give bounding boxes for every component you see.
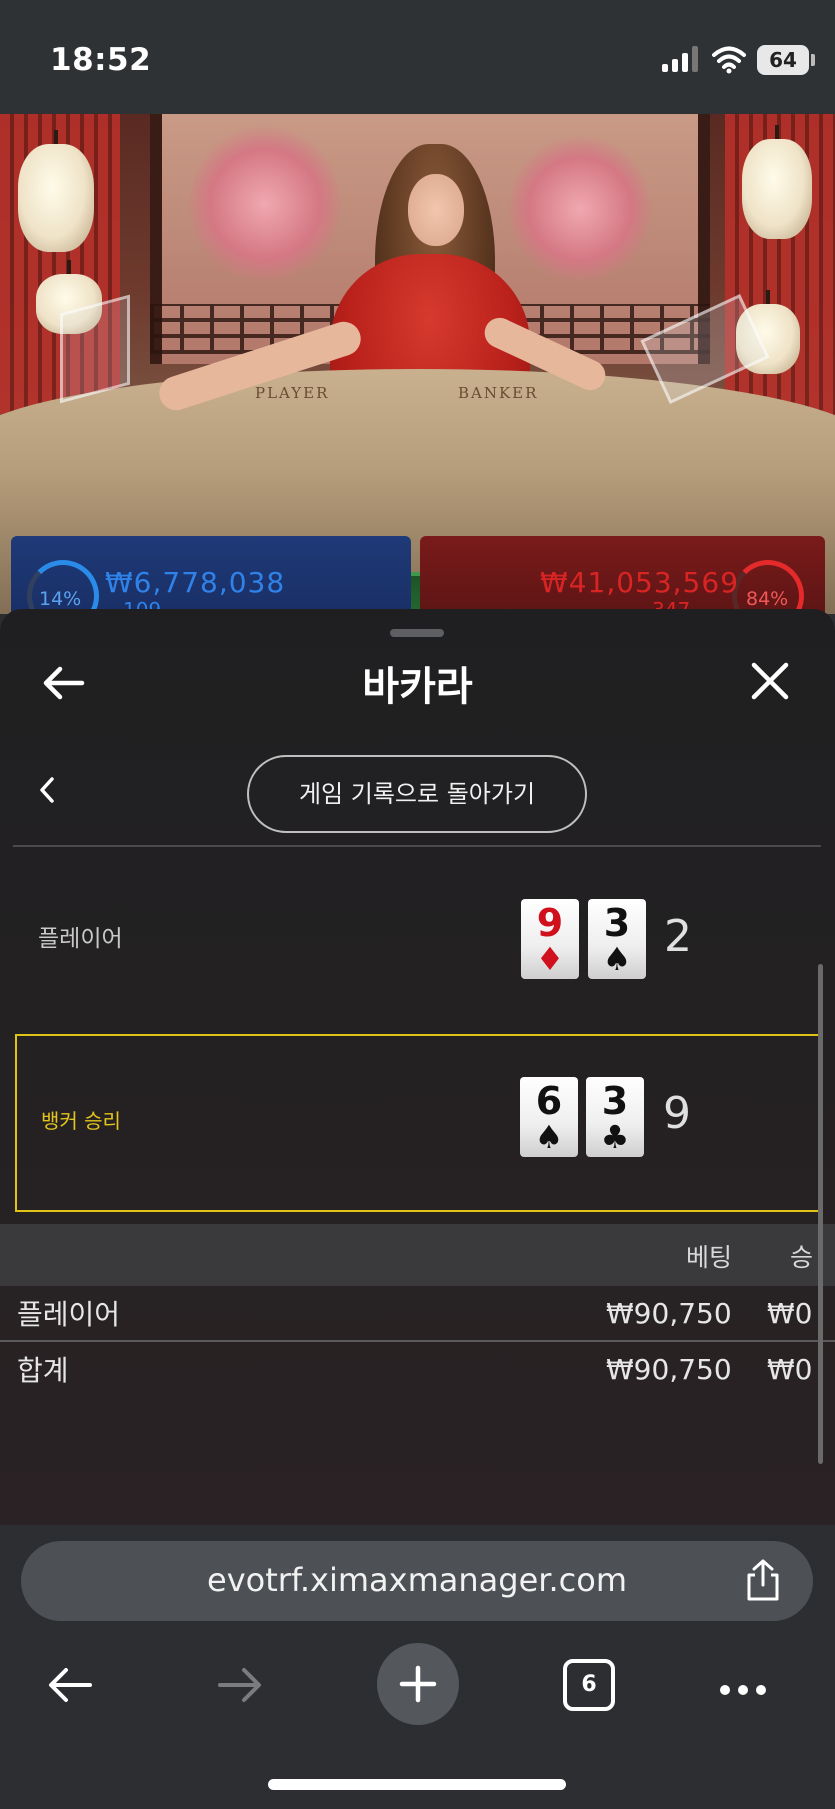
blossom-decoration xyxy=(190,124,340,284)
card-discard-holder xyxy=(60,294,130,404)
banker-row-label: 뱅커 승리 xyxy=(41,1109,121,1133)
player-bet-amount: ₩6,778,038 xyxy=(105,566,286,599)
win-amount: ₩0 xyxy=(767,1297,813,1330)
divider xyxy=(0,1340,835,1342)
game-history-sheet: 바카라 게임 기록으로 돌아가기 플레이어 9 ♦ 3 ♠ 2 뱅커 승리 6 … xyxy=(0,609,835,1529)
chevron-left-icon[interactable] xyxy=(32,771,62,809)
player-score: 2 xyxy=(664,911,692,962)
divider xyxy=(13,845,821,847)
table-label-player: PLAYER xyxy=(255,384,330,402)
playing-card: 3 ♣ xyxy=(586,1077,644,1157)
battery-icon: 64 xyxy=(757,45,815,75)
banker-result-row: 뱅커 승리 6 ♠ 3 ♣ 9 xyxy=(15,1034,821,1212)
card-rank: 6 xyxy=(535,1079,563,1123)
share-icon[interactable] xyxy=(741,1557,785,1603)
player-row-label: 플레이어 xyxy=(38,926,123,952)
banker-bet-amount: ₩41,053,569 xyxy=(540,566,740,599)
tabs-button[interactable]: 6 xyxy=(563,1659,615,1711)
lantern-decoration xyxy=(18,144,94,252)
plus-icon xyxy=(399,1665,437,1703)
more-options-icon[interactable] xyxy=(720,1680,774,1699)
playing-card: 6 ♠ xyxy=(520,1077,578,1157)
dealer-figure xyxy=(408,174,464,246)
player-percent: 14% xyxy=(39,588,82,610)
card-rank: 9 xyxy=(536,901,564,945)
cellular-signal-icon xyxy=(662,46,698,72)
address-bar[interactable]: evotrf.ximaxmanager.com xyxy=(21,1541,813,1621)
card-rank: 3 xyxy=(601,1079,629,1123)
status-time: 18:52 xyxy=(50,42,152,78)
banker-percent: 84% xyxy=(746,588,789,610)
bets-table-header: 베팅 승 xyxy=(0,1224,835,1286)
player-bet-summary[interactable]: 14% ₩6,778,038 109 xyxy=(11,536,411,632)
back-to-history-button[interactable]: 게임 기록으로 돌아가기 xyxy=(247,755,587,833)
card-rank: 3 xyxy=(603,901,631,945)
banker-score: 9 xyxy=(663,1088,691,1139)
spade-suit-icon: ♠ xyxy=(602,940,632,978)
bet-amount: ₩90,750 xyxy=(606,1297,732,1330)
playing-card: 9 ♦ xyxy=(521,899,579,979)
url-text: evotrf.ximaxmanager.com xyxy=(207,1561,627,1599)
sheet-drag-handle[interactable] xyxy=(390,629,444,637)
browser-toolbar: evotrf.ximaxmanager.com 6 xyxy=(0,1525,835,1809)
new-tab-button[interactable] xyxy=(377,1643,459,1725)
total-label: 합계 xyxy=(17,1354,69,1387)
lantern-decoration xyxy=(742,139,812,239)
column-header-bet: 베팅 xyxy=(686,1243,733,1272)
column-header-win: 승 xyxy=(790,1243,814,1272)
wifi-icon xyxy=(712,46,746,74)
table-label-banker: BANKER xyxy=(458,384,539,402)
sheet-title: 바카라 xyxy=(362,664,473,710)
browser-forward-icon[interactable] xyxy=(214,1659,266,1711)
close-icon[interactable] xyxy=(748,659,792,703)
status-bar: 18:52 64 xyxy=(0,0,835,114)
total-win-amount: ₩0 xyxy=(767,1353,813,1386)
bet-name: 플레이어 xyxy=(17,1298,121,1331)
banker-bet-summary[interactable]: 84% ₩41,053,569 347 xyxy=(420,536,825,632)
browser-back-icon[interactable] xyxy=(44,1659,96,1711)
club-suit-icon: ♣ xyxy=(600,1118,630,1156)
playing-card: 3 ♠ xyxy=(588,899,646,979)
spade-suit-icon: ♠ xyxy=(534,1118,564,1156)
total-bet-amount: ₩90,750 xyxy=(606,1353,732,1386)
diamond-suit-icon: ♦ xyxy=(535,940,565,978)
scrollbar[interactable] xyxy=(818,964,823,1464)
home-indicator[interactable] xyxy=(268,1779,566,1790)
blossom-decoration xyxy=(510,134,650,284)
